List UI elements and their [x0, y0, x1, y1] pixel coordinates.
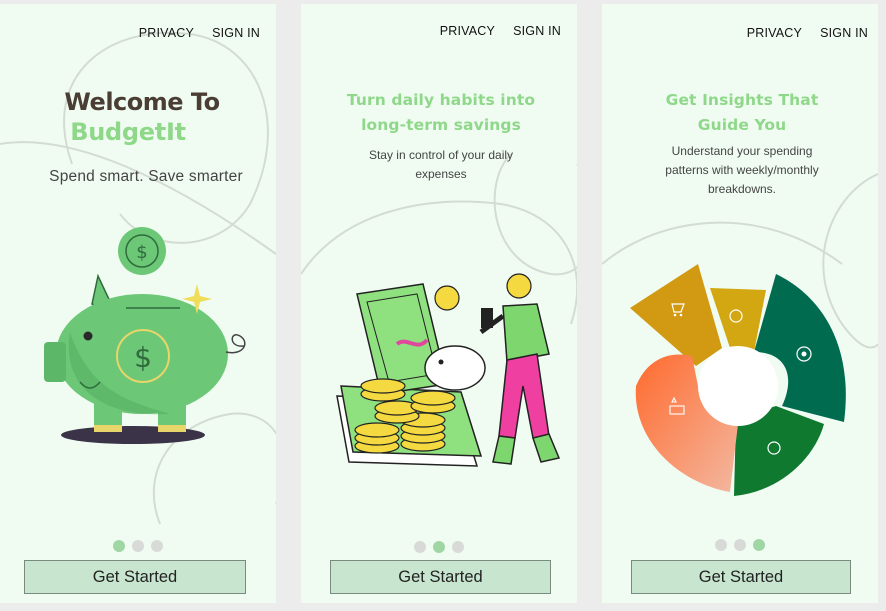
- onboarding-screen-welcome: PRIVACY SIGN IN Welcome To BudgetIt Spen…: [0, 4, 276, 603]
- page-dot-1[interactable]: [414, 541, 426, 553]
- page-dot-1[interactable]: [715, 539, 727, 551]
- welcome-title: Welcome To: [64, 88, 220, 116]
- privacy-link[interactable]: PRIVACY: [440, 24, 495, 38]
- page-dot-1[interactable]: [113, 540, 125, 552]
- body-line-1: Understand your spending: [671, 144, 813, 158]
- body-line-2: patterns with weekly/monthly: [665, 163, 819, 177]
- habits-title-block: Turn daily habits into long-term savings…: [301, 88, 577, 184]
- sign-in-link[interactable]: SIGN IN: [513, 24, 561, 38]
- tagline: Spend smart. Save smarter: [49, 168, 243, 185]
- pagination-dots: [301, 541, 577, 553]
- heading-line-1: Get Insights That: [665, 91, 819, 109]
- sign-in-link[interactable]: SIGN IN: [820, 26, 868, 40]
- heading-line-1: Turn daily habits into: [346, 91, 536, 109]
- get-started-button[interactable]: Get Started: [24, 560, 246, 594]
- sign-in-link[interactable]: SIGN IN: [212, 26, 260, 40]
- app-name: BudgetIt: [70, 118, 186, 146]
- svg-text:$: $: [136, 242, 147, 263]
- welcome-title-block: Welcome To BudgetIt Spend smart. Save sm…: [0, 88, 276, 186]
- piggy-bank-illustration: $ $: [44, 227, 246, 444]
- page-dot-2[interactable]: [433, 541, 445, 553]
- get-started-button[interactable]: Get Started: [631, 560, 851, 594]
- svg-text:$: $: [134, 341, 152, 374]
- onboarding-screen-insights: PRIVACY SIGN IN Get Insights That Guide …: [602, 4, 878, 603]
- body-line-3: breakdowns.: [707, 182, 777, 196]
- body-line-2: expenses: [415, 167, 467, 181]
- page-dot-3[interactable]: [753, 539, 765, 551]
- spending-donut-chart-illustration: [630, 264, 846, 496]
- pagination-dots: [602, 539, 878, 551]
- page-dot-2[interactable]: [132, 540, 144, 552]
- heading-line-2: long-term savings: [361, 116, 521, 134]
- top-nav: PRIVACY SIGN IN: [747, 26, 868, 40]
- heading-line-2: Guide You: [697, 116, 787, 134]
- get-started-button[interactable]: Get Started: [330, 560, 551, 594]
- pagination-dots: [0, 540, 276, 552]
- privacy-link[interactable]: PRIVACY: [139, 26, 194, 40]
- page-dot-3[interactable]: [151, 540, 163, 552]
- page-dot-2[interactable]: [734, 539, 746, 551]
- body-line-1: Stay in control of your daily: [368, 148, 514, 162]
- top-nav: PRIVACY SIGN IN: [440, 24, 561, 38]
- page-dot-3[interactable]: [452, 541, 464, 553]
- privacy-link[interactable]: PRIVACY: [747, 26, 802, 40]
- top-nav: PRIVACY SIGN IN: [139, 26, 260, 40]
- insights-title-block: Get Insights That Guide You Understand y…: [602, 88, 878, 199]
- saving-habits-illustration: [336, 273, 561, 467]
- onboarding-screen-habits: PRIVACY SIGN IN Turn daily habits into l…: [301, 4, 577, 603]
